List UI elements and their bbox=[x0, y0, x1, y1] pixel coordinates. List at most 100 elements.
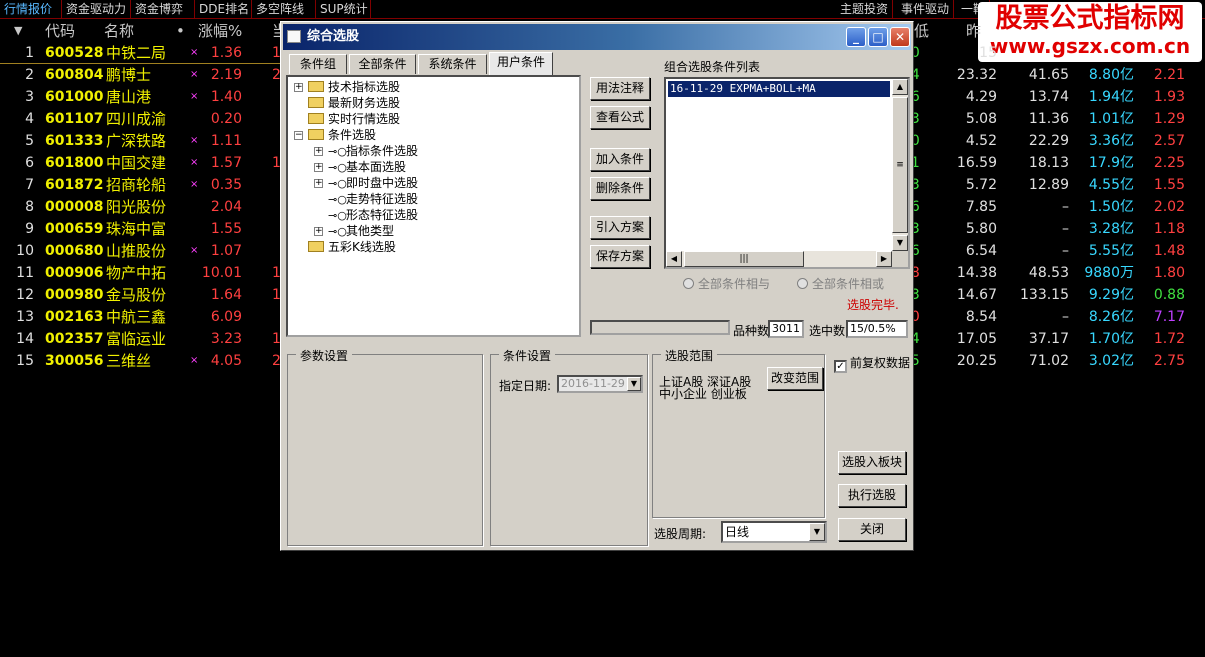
top-right-tab-1[interactable]: 事件驱动 bbox=[897, 0, 955, 19]
view-formula-button[interactable]: 查看公式 bbox=[590, 106, 650, 129]
period-label: 选股周期: bbox=[654, 527, 707, 541]
chevron-down-icon[interactable]: ▼ bbox=[809, 523, 825, 541]
stock-name: 阳光股份 bbox=[106, 198, 167, 216]
top-tab-5[interactable]: SUP统计 bbox=[316, 0, 371, 19]
dialog-titlebar[interactable]: 综合选股 _ □ ✕ bbox=[283, 24, 911, 50]
hscroll-thumb[interactable]: ||| bbox=[684, 251, 804, 267]
top-tab-1[interactable]: 资金驱动力 bbox=[62, 0, 131, 19]
scroll-down-icon[interactable]: ▼ bbox=[892, 235, 908, 251]
top-tab-2[interactable]: 资金博弈 bbox=[131, 0, 195, 19]
stock-name: 招商轮船 bbox=[106, 176, 167, 194]
expand-icon[interactable]: + bbox=[314, 163, 323, 172]
change-range-button[interactable]: 改变范围 bbox=[767, 367, 823, 390]
condition-list[interactable]: 16-11-29 EXPMA+BOLL+MA ▲ ▼ ≡ ◀ ▶ ||| bbox=[664, 77, 910, 269]
prev-close: 14.38 bbox=[956, 265, 997, 281]
period-select[interactable]: 日线 ▼ bbox=[721, 521, 827, 543]
tree-node[interactable]: 五彩K线选股 bbox=[308, 239, 396, 255]
tab-2[interactable]: 系统条件 bbox=[418, 54, 487, 74]
prev-close: 5.72 bbox=[965, 177, 997, 193]
header-prev[interactable]: 昨 bbox=[966, 20, 981, 42]
stock-code: 000680 bbox=[45, 243, 104, 259]
header-change[interactable]: 涨幅% bbox=[198, 20, 242, 42]
checkmark-icon[interactable]: ✓ bbox=[834, 360, 847, 373]
key-icon: ⊸○ bbox=[328, 225, 347, 238]
tree-node[interactable]: 最新财务选股 bbox=[308, 95, 400, 111]
top-tab-0[interactable]: 行情报价 bbox=[0, 0, 62, 19]
expand-icon[interactable]: + bbox=[294, 83, 303, 92]
tab-3[interactable]: 用户条件 bbox=[489, 52, 553, 75]
expand-icon[interactable]: + bbox=[314, 179, 323, 188]
header-code[interactable]: 代码 bbox=[45, 20, 75, 42]
stock-name: 山推股份 bbox=[106, 242, 167, 260]
radio-all-or[interactable]: 全部条件相或 bbox=[797, 275, 884, 292]
top-right-tab-0[interactable]: 主题投资 bbox=[836, 0, 894, 19]
date-picker[interactable]: 2016-11-29 ▼ bbox=[557, 375, 643, 393]
add-condition-button[interactable]: 加入条件 bbox=[590, 148, 650, 171]
import-plan-button[interactable]: 引入方案 bbox=[590, 216, 650, 239]
tree-node[interactable]: ⊸○指标条件选股 bbox=[328, 143, 418, 159]
tab-1[interactable]: 全部条件 bbox=[349, 54, 416, 74]
top-tab-3[interactable]: DDE排名 bbox=[195, 0, 252, 19]
maximize-icon[interactable]: □ bbox=[868, 27, 888, 47]
tree-node[interactable]: 技术指标选股 bbox=[308, 79, 400, 95]
add-to-block-button[interactable]: 选股入板块 bbox=[838, 451, 906, 474]
volume-ratio: 1.29 bbox=[1153, 111, 1185, 127]
top-tab-4[interactable]: 多空阵线 bbox=[252, 0, 316, 19]
turnover-amount: 4.55亿 bbox=[1088, 177, 1134, 193]
volume-ratio: 7.17 bbox=[1153, 309, 1185, 325]
stock-code: 002357 bbox=[45, 331, 104, 347]
scroll-up-icon[interactable]: ▲ bbox=[892, 79, 908, 95]
row-index: 14 bbox=[16, 331, 34, 347]
tree-node[interactable]: ⊸○即时盘中选股 bbox=[328, 175, 418, 191]
scroll-right-icon[interactable]: ▶ bbox=[876, 251, 892, 267]
range-group-label: 选股范围 bbox=[661, 347, 718, 364]
change-pct: 2.04 bbox=[210, 199, 242, 215]
tree-node[interactable]: ⊸○走势特征选股 bbox=[328, 191, 418, 207]
tab-0[interactable]: 条件组 bbox=[289, 54, 347, 74]
stock-code: 601800 bbox=[45, 155, 104, 171]
turnover-amount: 1.01亿 bbox=[1088, 111, 1134, 127]
tree-node[interactable]: 条件选股 bbox=[308, 127, 376, 143]
folder-icon bbox=[308, 129, 324, 140]
condition-list-item[interactable]: 16-11-29 EXPMA+BOLL+MA bbox=[668, 81, 890, 97]
close-button[interactable]: 关闭 bbox=[838, 518, 906, 541]
delete-condition-button[interactable]: 删除条件 bbox=[590, 177, 650, 200]
collapse-icon[interactable]: − bbox=[294, 131, 303, 140]
usage-button[interactable]: 用法注释 bbox=[590, 77, 650, 100]
header-low[interactable]: 低 bbox=[914, 20, 929, 42]
condition-tree[interactable]: + 技术指标选股 最新财务选股 实时行情选股 − 条件选股 + ⊸○指标条件选股 + ⊸○基本面选… bbox=[286, 75, 581, 337]
expand-icon[interactable]: + bbox=[314, 227, 323, 236]
change-pct: 10.01 bbox=[201, 265, 242, 281]
row-index: 13 bbox=[16, 309, 34, 325]
tree-node[interactable]: ⊸○形态特征选股 bbox=[328, 207, 418, 223]
radio-all-and[interactable]: 全部条件相与 bbox=[683, 275, 770, 292]
minimize-icon[interactable]: _ bbox=[846, 27, 866, 47]
column-dropdown-icon[interactable]: ▼ bbox=[14, 20, 22, 42]
expand-icon[interactable]: + bbox=[314, 147, 323, 156]
header-name[interactable]: 名称 bbox=[104, 20, 134, 42]
adjusted-data-checkbox[interactable]: ✓ 前复权数据 bbox=[834, 354, 910, 373]
tree-node-label: 技术指标选股 bbox=[328, 80, 401, 94]
chevron-down-icon[interactable]: ▼ bbox=[627, 377, 641, 391]
tree-node[interactable]: 实时行情选股 bbox=[308, 111, 400, 127]
scroll-left-icon[interactable]: ◀ bbox=[666, 251, 682, 267]
close-icon[interactable]: ✕ bbox=[890, 27, 910, 47]
execute-screen-button[interactable]: 执行选股 bbox=[838, 484, 906, 507]
count-value: 3011 bbox=[768, 320, 804, 338]
scroll-corner bbox=[892, 251, 908, 267]
tree-node[interactable]: ⊸○基本面选股 bbox=[328, 159, 406, 175]
tree-node[interactable]: ⊸○其他类型 bbox=[328, 223, 394, 239]
condition-list-vscroll[interactable]: ▲ ▼ ≡ bbox=[892, 79, 908, 251]
stock-code: 000659 bbox=[45, 221, 104, 237]
condition-list-hscroll[interactable]: ◀ ▶ ||| bbox=[666, 251, 892, 267]
save-plan-button[interactable]: 保存方案 bbox=[590, 245, 650, 268]
stock-name: 鹏博士 bbox=[106, 66, 152, 84]
cond-settings-label: 条件设置 bbox=[499, 347, 556, 364]
stock-name: 中铁二局 bbox=[106, 44, 167, 62]
scroll-thumb[interactable]: ≡ bbox=[892, 97, 908, 233]
prev-close: 16.59 bbox=[956, 155, 997, 171]
stock-screener-dialog: 综合选股 _ □ ✕ 条件组 全部条件 系统条件 用户条件 + 技术指标选股 最新财务选股… bbox=[280, 21, 914, 551]
pe-ratio: – bbox=[1062, 243, 1069, 259]
tree-node-label: 五彩K线选股 bbox=[328, 240, 396, 254]
change-pct: 1.36 bbox=[210, 45, 242, 61]
